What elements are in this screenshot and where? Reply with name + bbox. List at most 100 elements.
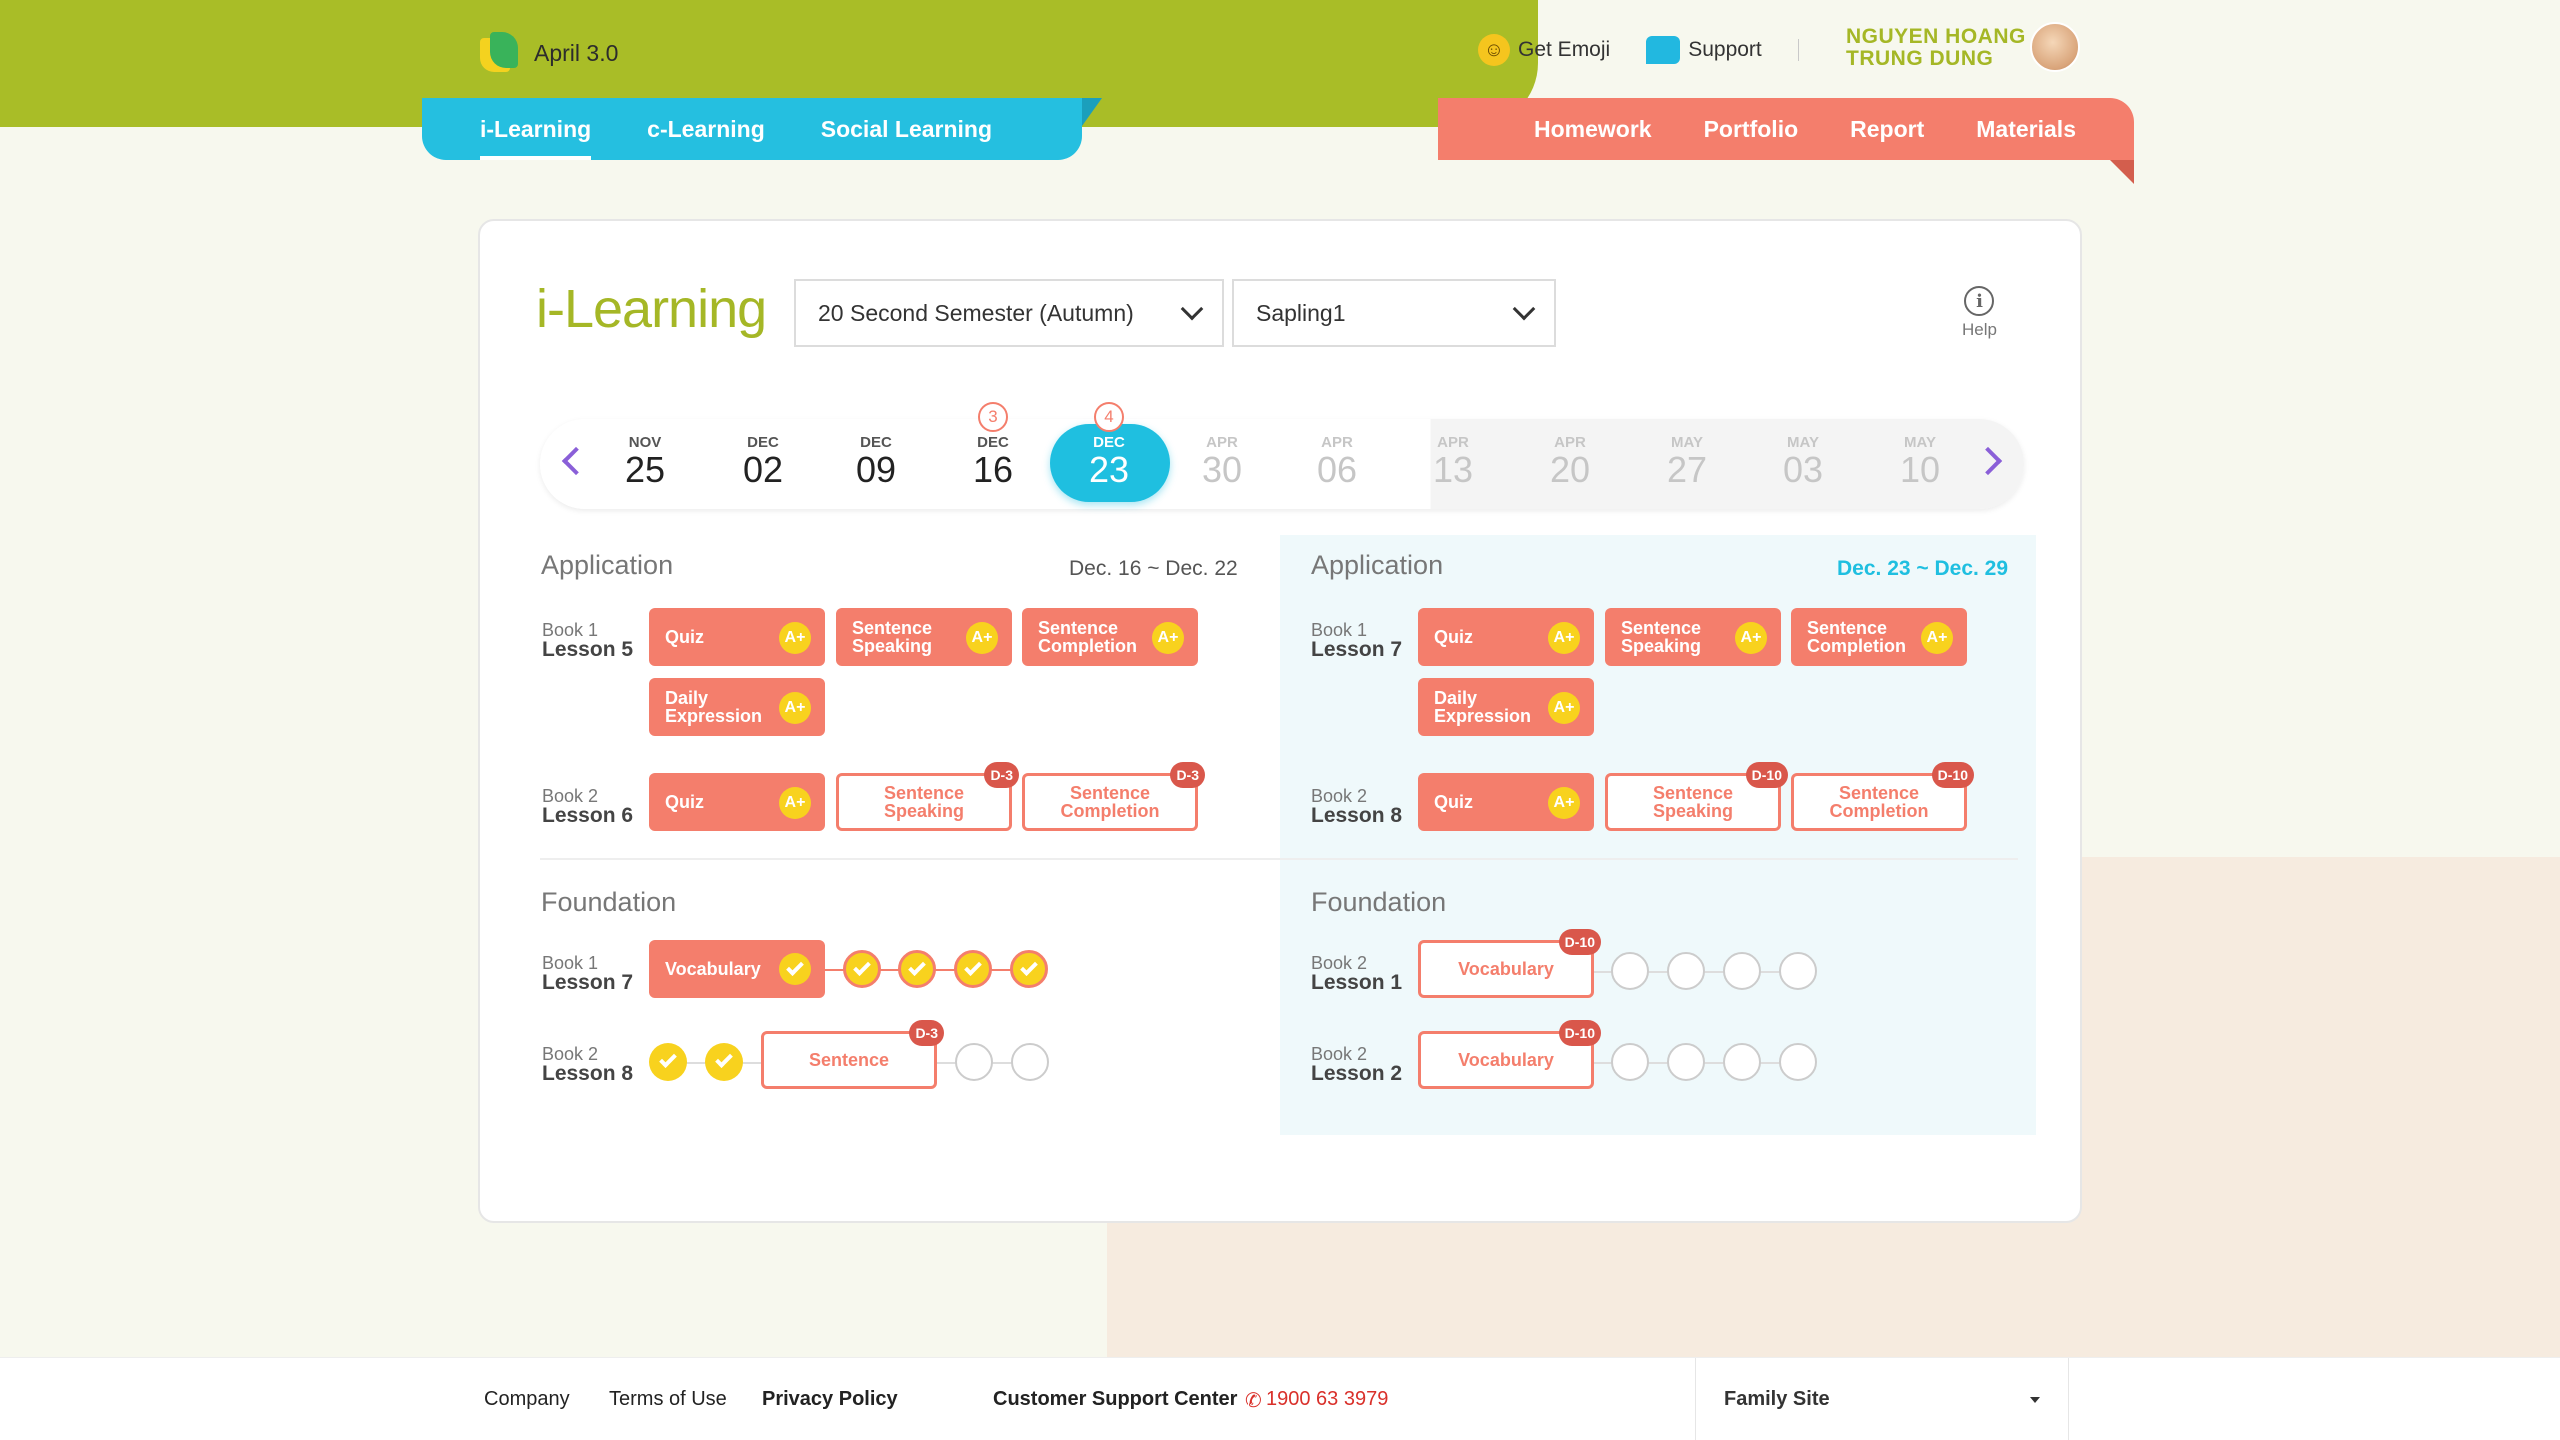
activity-count-badge: 4 [1094,402,1124,432]
step-complete-dot[interactable] [1010,950,1048,988]
family-site-select[interactable]: Family Site [1695,1358,2069,1440]
step-empty-dot[interactable] [1011,1043,1049,1081]
tab-portfolio[interactable]: Portfolio [1704,116,1799,143]
vocabulary-button[interactable]: Vocabulary D-10 [1418,929,1601,998]
step-complete-dot[interactable] [843,950,881,988]
tab-homework[interactable]: Homework [1534,116,1652,143]
vocabulary-button[interactable]: Vocabulary D-10 [1418,1020,1601,1089]
user-name[interactable]: NGUYEN HOANG TRUNG DUNG [1846,26,2026,70]
step-empty-dot[interactable] [1667,1043,1705,1081]
section-title-application: Application [541,550,674,580]
sentence-speaking-button[interactable]: Sentence Speaking A+ [836,608,1012,666]
quiz-button[interactable]: Quiz A+ [1418,608,1594,666]
step-empty-dot[interactable] [1611,1043,1649,1081]
quiz-button[interactable]: Quiz A+ [649,608,825,666]
sentence-button[interactable]: Sentence D-3 [761,1020,944,1089]
sentence-speaking-button[interactable]: Sentence Speaking A+ [1605,608,1781,666]
lesson-label: Book 2 Lesson 1 [1311,953,1402,993]
lesson-name: Lesson 2 [1311,1062,1403,1085]
page-title: i-Learning [536,279,767,339]
week-item[interactable]: APR 20 [1530,434,1610,489]
smiley-icon: ☺ [1478,34,1510,66]
week-range: Dec. 23 ~ Dec. 29 [1837,557,2009,580]
lesson-name: Lesson 1 [1311,971,1403,994]
step-empty-dot[interactable] [1723,952,1761,990]
step-empty-dot[interactable] [955,1043,993,1081]
week-item[interactable]: DEC 23 [1069,434,1149,489]
tab-fold-decoration [2110,160,2134,184]
tab-materials[interactable]: Materials [1976,116,2076,143]
step-complete-dot[interactable] [649,1043,687,1081]
avatar[interactable] [2030,22,2080,72]
grade-badge: A+ [1548,622,1580,654]
get-emoji-link[interactable]: ☺ Get Emoji [1478,34,1610,66]
week-item[interactable]: MAY 03 [1763,434,1843,489]
activity-label: Sentence Speaking [1652,783,1734,821]
activity-label: Daily Expression [665,688,763,726]
tab-c-learning[interactable]: c-Learning [647,98,765,160]
step-empty-dot[interactable] [1611,952,1649,990]
week-item[interactable]: APR 13 [1413,434,1493,489]
footer-privacy-link[interactable]: Privacy Policy [762,1388,898,1411]
tab-social-learning[interactable]: Social Learning [821,98,992,160]
step-empty-dot[interactable] [1667,952,1705,990]
app-logo[interactable]: April 3.0 [480,32,618,74]
sentence-completion-button[interactable]: Sentence Completion A+ [1022,608,1198,666]
app-name: April 3.0 [534,39,619,66]
deadline-badge: D-3 [984,762,1019,788]
check-icon [715,1050,733,1069]
step-empty-dot[interactable] [1723,1043,1761,1081]
level-select[interactable]: Sapling1 [1232,279,1556,347]
vocabulary-button[interactable]: Vocabulary [649,940,825,998]
tab-report[interactable]: Report [1850,116,1924,143]
activity-label: Vocabulary [665,959,761,979]
week-day: 09 [855,449,897,490]
lesson-label: Book 2 Lesson 6 [542,786,633,826]
sentence-completion-button[interactable]: Sentence Completion D-10 [1791,762,1974,831]
week-item[interactable]: DEC 02 [723,434,803,489]
week-item[interactable]: DEC 16 [953,434,1033,489]
section-title-foundation: Foundation [541,887,677,917]
lesson-name: Lesson 5 [542,638,634,661]
check-badge [779,953,811,985]
step-complete-dot[interactable] [954,950,992,988]
step-complete-dot[interactable] [898,950,936,988]
deadline-badge: D-10 [1931,762,1974,788]
week-item[interactable]: APR 30 [1182,434,1262,489]
footer-company-link[interactable]: Company [484,1388,570,1411]
help-button[interactable]: i Help [1962,286,1997,340]
step-complete-dot[interactable] [705,1043,743,1081]
sentence-speaking-button[interactable]: Sentence Speaking D-3 [836,762,1019,831]
week-day: 06 [1316,449,1358,490]
get-emoji-label: Get Emoji [1518,38,1611,61]
tab-i-learning[interactable]: i-Learning [480,98,592,160]
footer-terms-link[interactable]: Terms of Use [609,1388,727,1411]
activity-label: Sentence [808,1050,890,1070]
step-empty-dot[interactable] [1779,1043,1817,1081]
section-title-application: Application [1311,550,1444,580]
daily-expression-button[interactable]: Daily Expression A+ [1418,678,1594,736]
support-link[interactable]: Support [1646,36,1762,64]
daily-expression-button[interactable]: Daily Expression A+ [649,678,825,736]
book-label: Book 2 [1311,953,1368,973]
activity-label: Sentence Completion [1060,783,1160,821]
quiz-button[interactable]: Quiz A+ [649,773,825,831]
week-item[interactable]: NOV 25 [605,434,685,489]
week-item[interactable]: MAY 10 [1880,434,1960,489]
week-item[interactable]: APR 06 [1297,434,1377,489]
quiz-button[interactable]: Quiz A+ [1418,773,1594,831]
support-phone[interactable]: 1900 63 3979 [1266,1388,1388,1411]
lesson-label: Book 1 Lesson 7 [1311,620,1402,660]
week-item[interactable]: MAY 27 [1647,434,1727,489]
semester-select[interactable]: 20 Second Semester (Autumn) [794,279,1224,347]
step-empty-dot[interactable] [1779,952,1817,990]
sentence-completion-button[interactable]: Sentence Completion A+ [1791,608,1967,666]
activity-label: Quiz [1434,792,1473,812]
week-item[interactable]: DEC 09 [836,434,916,489]
section-divider [540,858,2018,860]
activity-label: Sentence Speaking [1621,618,1702,656]
sentence-speaking-button[interactable]: Sentence Speaking D-10 [1605,762,1788,831]
lesson-label: Book 2 Lesson 2 [1311,1044,1402,1084]
sentence-completion-button[interactable]: Sentence Completion D-3 [1022,762,1205,831]
book-label: Book 1 [1311,620,1368,640]
